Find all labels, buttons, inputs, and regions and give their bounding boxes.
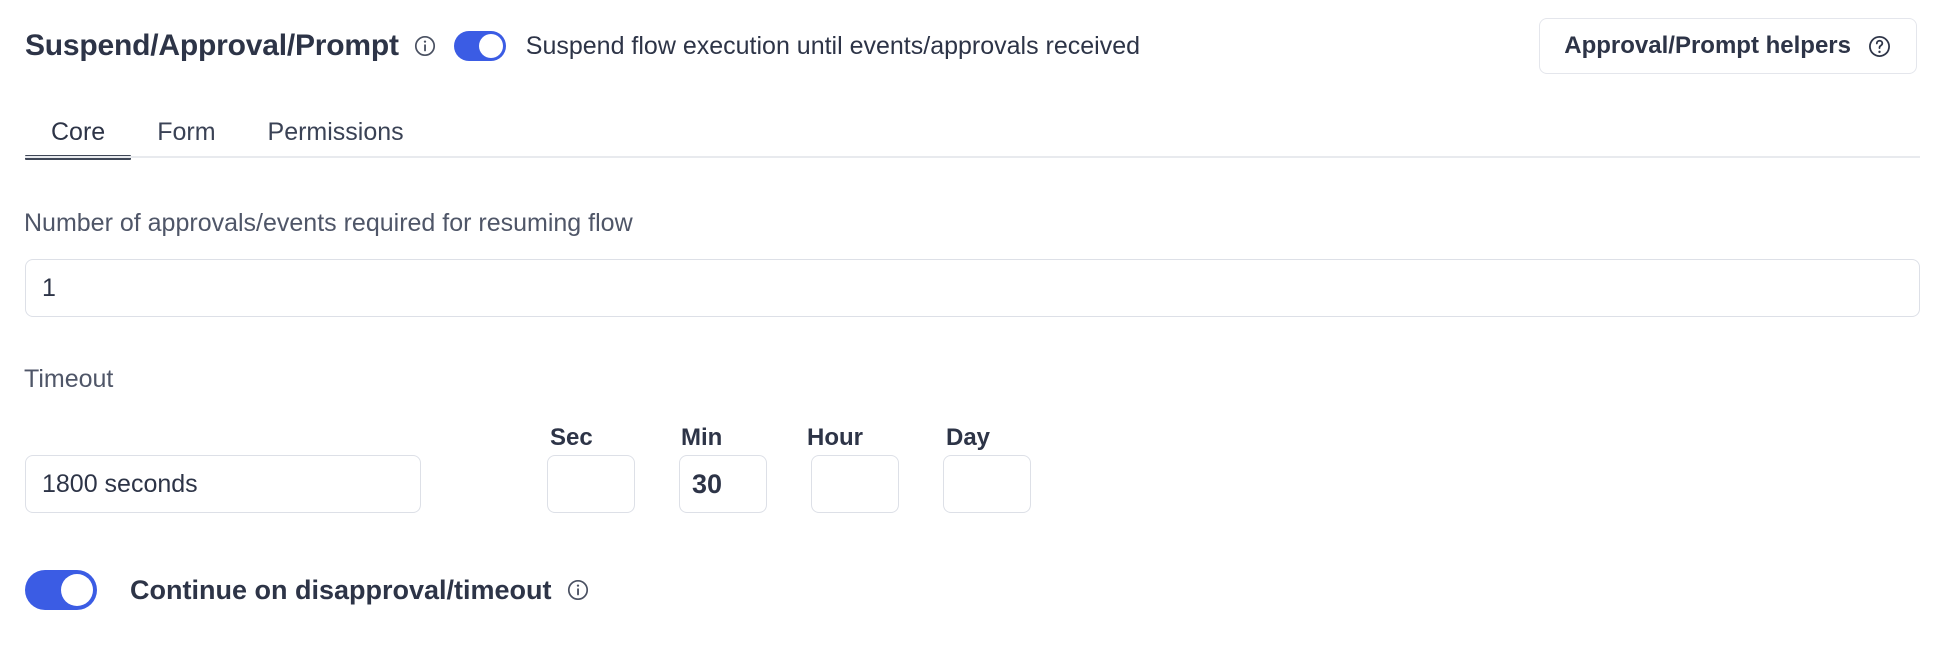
tab-bar-divider	[25, 156, 1920, 158]
timeout-hour-label: Hour	[807, 424, 863, 451]
continue-on-failure-row: Continue on disapproval/timeout	[25, 570, 590, 610]
suspend-flow-toggle[interactable]	[453, 31, 506, 61]
tab-form[interactable]: Form	[131, 104, 241, 160]
info-circle-icon[interactable]	[566, 578, 590, 602]
question-circle-icon	[1867, 34, 1892, 59]
timeout-summary-input[interactable]	[25, 455, 421, 513]
approval-prompt-helpers-label: Approval/Prompt helpers	[1564, 32, 1851, 59]
approvals-count-input[interactable]	[25, 259, 1920, 317]
timeout-min-input[interactable]	[679, 455, 767, 513]
approvals-count-label: Number of approvals/events required for …	[24, 209, 633, 237]
panel-header-left: Suspend/Approval/Prompt Suspend flow exe…	[25, 29, 1539, 63]
timeout-sec-input[interactable]	[547, 455, 635, 513]
tab-core[interactable]: Core	[25, 104, 132, 160]
tab-permissions[interactable]: Permissions	[242, 104, 430, 160]
timeout-sec-label: Sec	[550, 424, 593, 451]
page-title: Suspend/Approval/Prompt	[25, 29, 399, 62]
toggle-knob	[61, 574, 93, 606]
toggle-knob	[478, 34, 503, 58]
panel-header: Suspend/Approval/Prompt Suspend flow exe…	[0, 0, 1942, 92]
suspend-approval-prompt-panel: Suspend/Approval/Prompt Suspend flow exe…	[0, 0, 1942, 656]
continue-on-disapproval-toggle[interactable]	[25, 570, 97, 610]
continue-on-disapproval-label: Continue on disapproval/timeout	[130, 574, 552, 605]
timeout-label: Timeout	[24, 365, 114, 393]
timeout-min-label: Min	[681, 424, 723, 451]
info-circle-icon[interactable]	[413, 34, 437, 58]
timeout-day-input[interactable]	[943, 455, 1031, 513]
timeout-day-label: Day	[946, 424, 991, 451]
timeout-hour-input[interactable]	[811, 455, 899, 513]
tab-list: Core Form Permissions	[25, 104, 430, 160]
approval-prompt-helpers-button[interactable]: Approval/Prompt helpers	[1539, 18, 1917, 74]
tab-bar: Core Form Permissions	[0, 104, 1942, 166]
suspend-flow-description: Suspend flow execution until events/appr…	[525, 31, 1141, 60]
